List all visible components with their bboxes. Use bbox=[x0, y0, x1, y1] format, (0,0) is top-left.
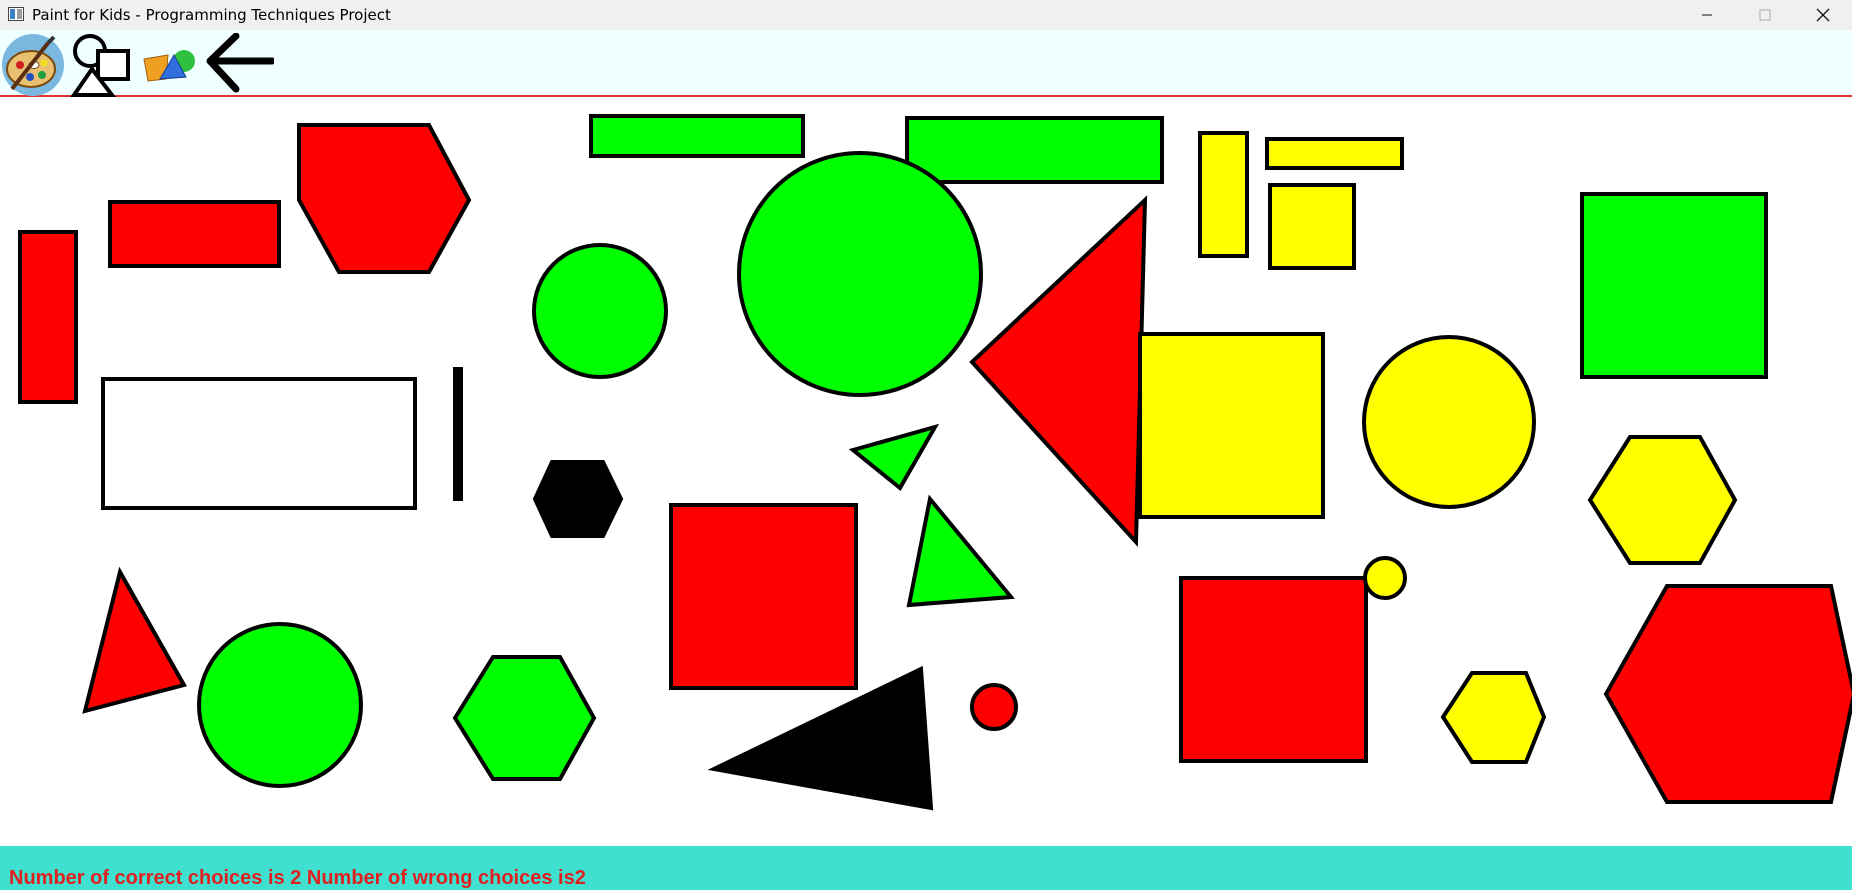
shapes-button[interactable] bbox=[68, 33, 136, 97]
red-square[interactable] bbox=[669, 503, 858, 690]
yellow-circle[interactable] bbox=[1363, 556, 1407, 600]
green-circle[interactable] bbox=[197, 622, 363, 788]
minimize-icon bbox=[1702, 14, 1712, 16]
back-button[interactable] bbox=[202, 32, 276, 97]
black-hexagon[interactable] bbox=[532, 460, 624, 538]
drawing-canvas[interactable] bbox=[0, 97, 1852, 845]
red-hexagon[interactable] bbox=[297, 123, 472, 274]
red-rectangle[interactable] bbox=[18, 230, 78, 404]
maximize-button[interactable] bbox=[1736, 0, 1794, 30]
red-rectangle[interactable] bbox=[108, 200, 281, 268]
yellow-square[interactable] bbox=[1138, 332, 1325, 519]
green-hexagon[interactable] bbox=[452, 655, 597, 781]
green-circle[interactable] bbox=[532, 243, 668, 379]
red-square[interactable] bbox=[1179, 576, 1368, 763]
close-icon bbox=[1816, 8, 1830, 22]
white-rectangle[interactable] bbox=[101, 377, 417, 510]
red-circle[interactable] bbox=[970, 683, 1018, 731]
green-circle[interactable] bbox=[737, 151, 983, 397]
window-title: Paint for Kids - Programming Techniques … bbox=[32, 6, 391, 24]
title-bar: Paint for Kids - Programming Techniques … bbox=[0, 0, 1852, 30]
app-icon bbox=[8, 7, 24, 21]
yellow-square[interactable] bbox=[1268, 183, 1356, 270]
green-square[interactable] bbox=[1580, 192, 1768, 379]
draw-mode-button[interactable] bbox=[0, 33, 66, 97]
red-hexagon[interactable] bbox=[1603, 584, 1852, 804]
yellow-hexagon[interactable] bbox=[1587, 435, 1738, 565]
yellow-hexagon[interactable] bbox=[1440, 671, 1547, 764]
status-message: Number of correct choices is 2 Number of… bbox=[9, 867, 586, 889]
yellow-circle[interactable] bbox=[1362, 335, 1536, 509]
green-triangle[interactable] bbox=[906, 494, 1015, 608]
close-button[interactable] bbox=[1794, 0, 1852, 30]
draw-mode-palette-icon bbox=[2, 34, 64, 96]
minimize-button[interactable] bbox=[1678, 0, 1736, 30]
yellow-rectangle[interactable] bbox=[1198, 131, 1249, 258]
maximize-icon bbox=[1759, 9, 1771, 21]
red-triangle[interactable] bbox=[969, 195, 1148, 548]
play-mode-shapes-icon bbox=[143, 50, 195, 82]
red-triangle[interactable] bbox=[82, 566, 188, 714]
shapes-icon bbox=[70, 34, 130, 97]
toolbar bbox=[0, 30, 1852, 97]
play-mode-button[interactable] bbox=[138, 33, 200, 97]
status-bar: Number of correct choices is 2 Number of… bbox=[0, 846, 1852, 890]
green-triangle[interactable] bbox=[848, 423, 940, 492]
yellow-rectangle[interactable] bbox=[1265, 137, 1404, 170]
green-rectangle[interactable] bbox=[589, 114, 805, 158]
back-arrow-icon bbox=[206, 32, 276, 93]
green-rectangle[interactable] bbox=[905, 116, 1164, 184]
